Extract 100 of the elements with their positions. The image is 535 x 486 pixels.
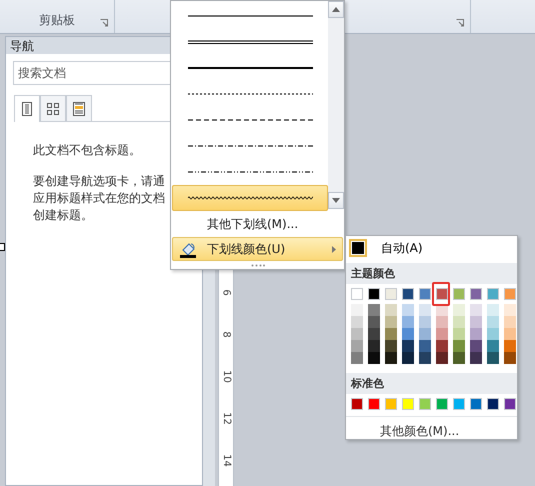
color-swatch[interactable] [504,352,516,364]
color-swatch[interactable] [419,398,431,410]
color-swatch[interactable] [351,398,363,410]
menu-item[interactable]: 下划线颜色(U) [172,237,343,261]
color-swatch[interactable] [504,288,516,300]
info-text: 要创建导航选项卡，请通 [33,173,165,190]
dialog-launcher-icon[interactable] [456,19,464,27]
automatic-color-option[interactable]: 自动(A) [346,236,517,260]
color-swatch[interactable] [487,398,499,410]
color-swatch[interactable] [351,316,363,328]
color-swatch[interactable] [402,288,414,300]
up-arrow-icon [332,7,340,12]
color-swatch[interactable] [504,398,516,410]
color-swatch[interactable] [436,288,448,300]
color-swatch[interactable] [402,398,414,410]
color-swatch[interactable] [487,288,499,300]
color-swatch[interactable] [402,304,414,316]
color-swatch[interactable] [504,340,516,352]
resize-grip-icon[interactable] [251,264,265,267]
color-swatch[interactable] [385,288,397,300]
ruler-number: 6 [220,289,232,296]
color-swatch[interactable] [351,304,363,316]
color-swatch[interactable] [351,288,363,300]
color-swatch[interactable] [351,328,363,340]
scroll-down-button[interactable] [328,192,344,209]
thumbnail-grid-icon [47,102,59,114]
group-label: 剪贴板 [39,12,75,29]
color-swatch[interactable] [470,340,482,352]
color-swatch[interactable] [368,340,380,352]
color-swatch[interactable] [368,304,380,316]
color-swatch[interactable] [419,352,431,364]
scroll-up-button[interactable] [328,1,344,18]
document-outline-icon [22,102,32,116]
info-text: 创建标题。 [33,207,93,224]
color-swatch[interactable] [504,328,516,340]
color-swatch[interactable] [470,304,482,316]
color-swatch[interactable] [487,304,499,316]
color-swatch[interactable] [419,288,431,300]
pane-tab[interactable] [40,95,66,121]
color-swatch[interactable] [436,328,448,340]
color-swatch[interactable] [453,288,465,300]
color-swatch[interactable] [385,340,397,352]
color-swatch[interactable] [470,398,482,410]
color-swatch[interactable] [385,328,397,340]
ruler-number: 14 [220,454,232,467]
ruler-number: 8 [220,331,232,338]
color-swatch[interactable] [385,398,397,410]
menu-item[interactable]: 其他颜色(M)... [346,416,517,440]
pane-tab[interactable] [14,95,40,122]
color-swatch[interactable] [385,304,397,316]
color-swatch[interactable] [351,340,363,352]
color-swatch[interactable] [436,352,448,364]
color-swatch[interactable] [402,316,414,328]
color-swatch[interactable] [402,352,414,364]
color-swatch[interactable] [487,352,499,364]
color-swatch[interactable] [470,288,482,300]
info-text: 此文档不包含标题。 [33,142,141,159]
color-swatch[interactable] [368,398,380,410]
color-swatch[interactable] [385,316,397,328]
info-text: 应用标题样式在您的文档 [33,190,165,207]
color-swatch[interactable] [504,304,516,316]
color-swatch[interactable] [436,316,448,328]
color-swatch[interactable] [453,328,465,340]
color-swatch[interactable] [470,352,482,364]
color-swatch[interactable] [453,316,465,328]
underline-option[interactable] [172,185,328,211]
color-swatch[interactable] [470,328,482,340]
color-swatch[interactable] [368,288,380,300]
color-swatch[interactable] [487,340,499,352]
color-swatch[interactable] [453,352,465,364]
color-swatch[interactable] [402,328,414,340]
pane-tab[interactable] [66,95,92,121]
color-swatch[interactable] [470,316,482,328]
down-arrow-icon [332,198,340,203]
color-swatch[interactable] [453,340,465,352]
color-swatch[interactable] [419,316,431,328]
color-swatch[interactable] [368,316,380,328]
color-swatch[interactable] [436,340,448,352]
section-header: 主题颜色 [346,263,517,284]
color-swatch[interactable] [419,328,431,340]
color-swatch[interactable] [487,328,499,340]
color-swatch[interactable] [436,398,448,410]
color-swatch[interactable] [368,352,380,364]
color-swatch[interactable] [385,352,397,364]
ruler-number: 12 [220,412,232,425]
color-swatch[interactable] [419,340,431,352]
section-header: 标准色 [346,373,517,394]
color-swatch[interactable] [351,352,363,364]
color-swatch[interactable] [487,316,499,328]
menu-item[interactable]: 其他下划线(M)... [172,212,343,236]
list-highlight-icon [73,102,85,116]
color-swatch[interactable] [419,304,431,316]
paint-bucket-icon [179,241,197,258]
color-swatch[interactable] [402,340,414,352]
color-swatch[interactable] [453,304,465,316]
color-swatch[interactable] [453,398,465,410]
color-swatch[interactable] [504,316,516,328]
dialog-launcher-icon[interactable] [100,19,108,27]
color-swatch[interactable] [368,328,380,340]
ruler-number: 10 [220,370,232,383]
